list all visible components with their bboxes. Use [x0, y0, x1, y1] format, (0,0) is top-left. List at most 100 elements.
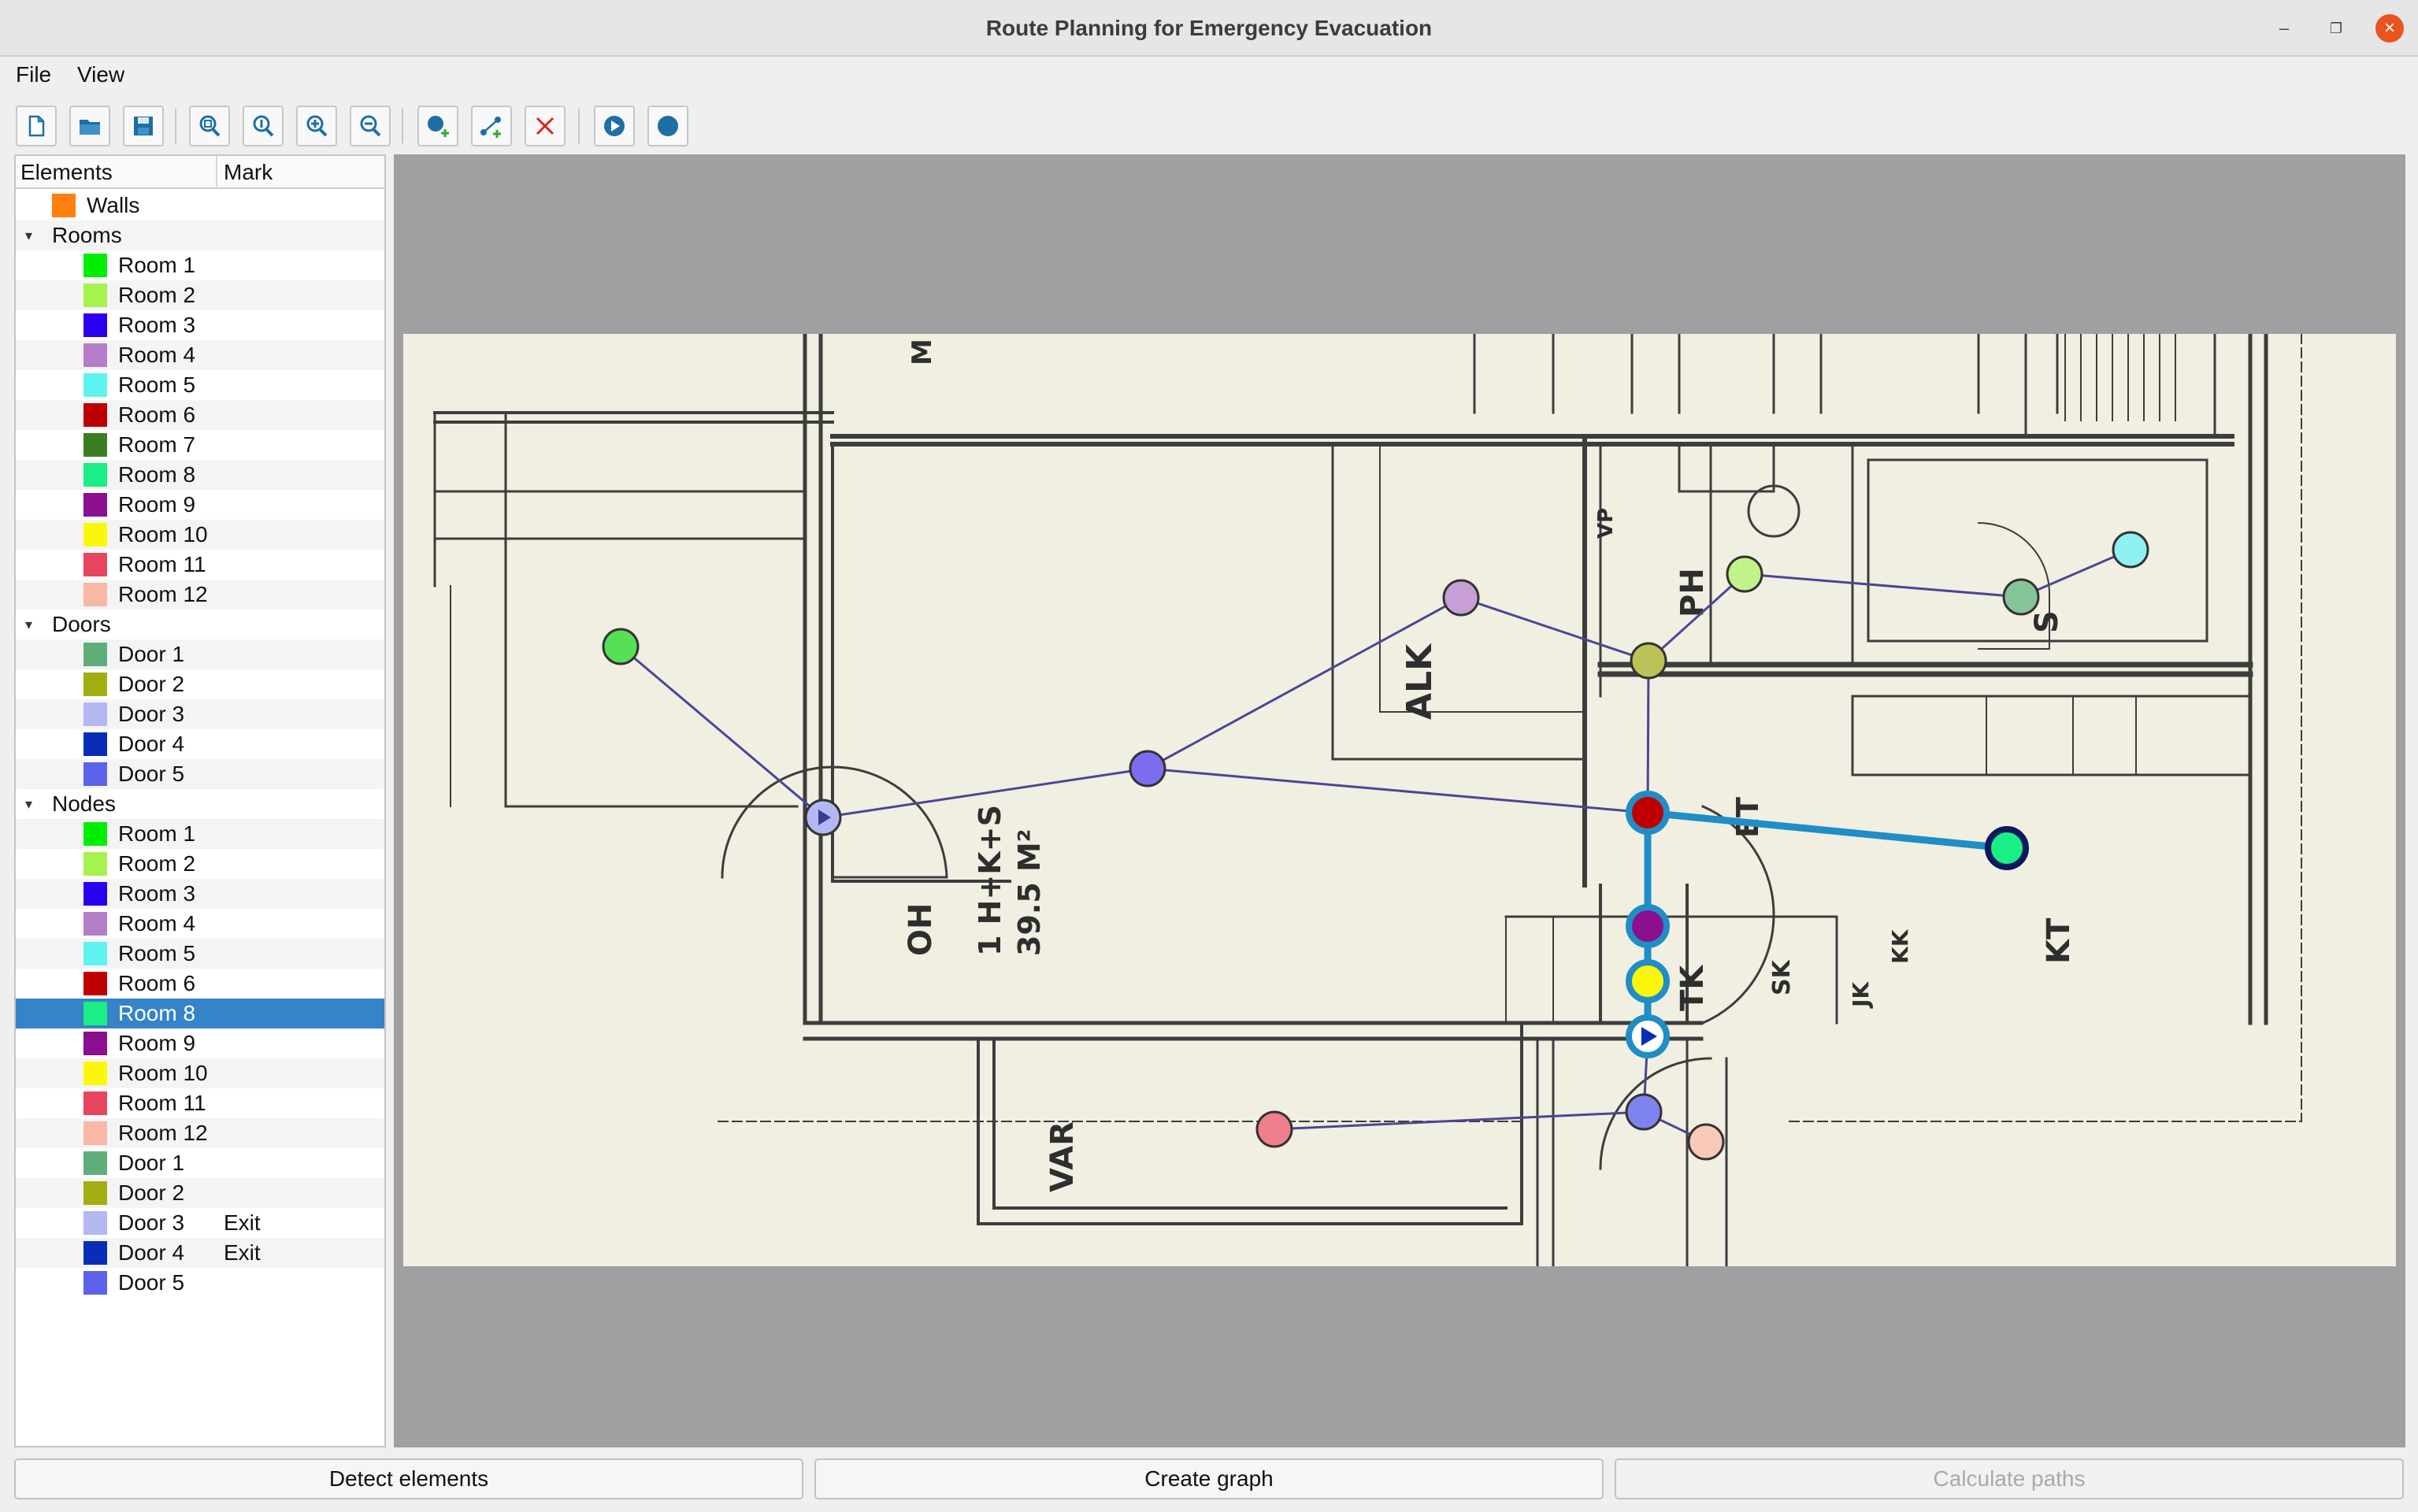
new-file-button[interactable]: [16, 106, 57, 146]
zoom-out-button[interactable]: [350, 106, 391, 146]
color-swatch: [83, 822, 107, 846]
tree-item-door[interactable]: Door 1: [16, 639, 384, 669]
tree-item-room[interactable]: Room 3: [16, 310, 384, 340]
tree-item-room[interactable]: Room 2: [16, 280, 384, 310]
detect-elements-button[interactable]: Detect elements: [14, 1458, 803, 1499]
color-swatch: [83, 373, 107, 397]
zoom-reset-button[interactable]: [243, 106, 284, 146]
node-room-12[interactable]: [1687, 1123, 1725, 1161]
menu-view[interactable]: View: [77, 57, 124, 93]
color-swatch: [83, 912, 107, 936]
tree-item-node[interactable]: Room 12: [16, 1118, 384, 1148]
zoom-fit-button[interactable]: [189, 106, 230, 146]
create-graph-button[interactable]: Create graph: [814, 1458, 1604, 1499]
tree-item-room[interactable]: Room 1: [16, 250, 384, 280]
close-button[interactable]: ×: [2375, 14, 2404, 43]
tree-item-node[interactable]: Door 2: [16, 1178, 384, 1208]
play-button[interactable]: [594, 106, 635, 146]
tree-item-node[interactable]: Room 6: [16, 969, 384, 999]
color-swatch: [83, 1091, 107, 1115]
tree-item-node[interactable]: Room 2: [16, 849, 384, 879]
tree-item-node[interactable]: Room 3: [16, 879, 384, 909]
tree-item-label: Room 4: [118, 343, 196, 367]
tree-item-label: Door 2: [118, 672, 185, 696]
tree-item-node[interactable]: Room 5: [16, 939, 384, 969]
tree-item-mark: Exit: [224, 1240, 261, 1265]
node-room-2[interactable]: [1726, 555, 1763, 593]
column-header-mark[interactable]: Mark: [224, 156, 273, 189]
tree-item-node[interactable]: Door 3 Exit: [16, 1208, 384, 1238]
tree-item-node[interactable]: Door 4 Exit: [16, 1238, 384, 1268]
tree-item-door[interactable]: Door 4: [16, 729, 384, 759]
tree-group-rooms[interactable]: ▾ Rooms: [16, 220, 384, 250]
minimize-button[interactable]: –: [2270, 14, 2298, 43]
add-node-icon: [428, 116, 449, 137]
tree-item-door[interactable]: Door 3: [16, 699, 384, 729]
tree-item-walls[interactable]: Walls: [16, 191, 384, 220]
floor-plan-background: [403, 334, 2396, 1266]
node-door-5-lower[interactable]: [1625, 1093, 1663, 1131]
tree-item-node[interactable]: Room 4: [16, 909, 384, 939]
tree-group-doors[interactable]: ▾ Doors: [16, 610, 384, 639]
tree-item-label: Room 10: [118, 522, 208, 547]
tree-item-node[interactable]: Room 1: [16, 819, 384, 849]
column-header-elements[interactable]: Elements: [20, 156, 113, 189]
tree-item-room[interactable]: Room 11: [16, 550, 384, 580]
record-button[interactable]: [647, 106, 688, 146]
add-node-button[interactable]: [417, 106, 458, 146]
tree-item-room[interactable]: Room 6: [16, 400, 384, 430]
tree-item-room[interactable]: Room 4: [16, 340, 384, 370]
node-room-10[interactable]: [1626, 959, 1670, 1003]
label-vp: VP: [1594, 508, 1618, 539]
calculate-paths-button[interactable]: Calculate paths: [1615, 1458, 2404, 1499]
tree-item-label: Door 3: [118, 1210, 185, 1235]
label-oh: OH: [903, 903, 939, 956]
node-room-8-selected[interactable]: [1985, 826, 2029, 870]
node-room-11[interactable]: [1255, 1110, 1293, 1148]
menu-file[interactable]: File: [16, 57, 51, 93]
expand-arrow-icon[interactable]: ▾: [25, 220, 32, 250]
color-swatch: [83, 343, 107, 367]
expand-arrow-icon[interactable]: ▾: [25, 789, 32, 819]
node-door-1[interactable]: [2002, 578, 2040, 616]
panel-header: Elements Mark: [16, 156, 384, 189]
color-swatch: [83, 1121, 107, 1145]
node-room-4[interactable]: [1442, 579, 1480, 617]
color-swatch: [83, 972, 107, 995]
add-edge-button[interactable]: [471, 106, 512, 146]
canvas-view[interactable]: OH 1 H+K+S 39.5 M² ALK PH ET TK KT VAR S…: [394, 154, 2405, 1447]
node-room-1[interactable]: [602, 628, 640, 665]
maximize-button[interactable]: ❐: [2322, 14, 2350, 43]
tree-item-node[interactable]: Door 5: [16, 1268, 384, 1298]
tree-item-node[interactable]: Room 9: [16, 1028, 384, 1058]
label-m: M: [907, 339, 938, 365]
tree-item-room[interactable]: Room 10: [16, 520, 384, 550]
tree-item-room[interactable]: Room 7: [16, 430, 384, 460]
tree-group-nodes[interactable]: ▾ Nodes: [16, 789, 384, 819]
tree-item-room[interactable]: Room 9: [16, 490, 384, 520]
save-icon: [134, 117, 153, 135]
node-room-9[interactable]: [1626, 904, 1670, 948]
tree-item-room[interactable]: Room 5: [16, 370, 384, 400]
floor-plan[interactable]: OH 1 H+K+S 39.5 M² ALK PH ET TK KT VAR S…: [403, 334, 2396, 1266]
node-door-5[interactable]: [1129, 750, 1166, 788]
zoom-in-button[interactable]: [296, 106, 337, 146]
tree-item-node[interactable]: Door 1: [16, 1148, 384, 1178]
tree-item-label: Door 1: [118, 642, 185, 666]
tree-item-door[interactable]: Door 5: [16, 759, 384, 789]
tree-item-door[interactable]: Door 2: [16, 669, 384, 699]
node-room-5[interactable]: [2112, 531, 2149, 569]
tree-item-mark: Exit: [224, 1210, 261, 1235]
expand-arrow-icon[interactable]: ▾: [25, 610, 32, 639]
tree-item-node[interactable]: Room 10: [16, 1058, 384, 1088]
tree-item-node[interactable]: Room 11: [16, 1088, 384, 1118]
delete-button[interactable]: [525, 106, 566, 146]
node-room-6[interactable]: [1626, 791, 1670, 835]
save-button[interactable]: [123, 106, 164, 146]
tree-item-room[interactable]: Room 8: [16, 460, 384, 490]
tree-item-room[interactable]: Room 12: [16, 580, 384, 610]
open-button[interactable]: [69, 106, 110, 146]
delete-icon: [536, 117, 554, 135]
node-door-2[interactable]: [1630, 642, 1667, 680]
tree-item-node[interactable]: Room 8: [16, 999, 384, 1028]
